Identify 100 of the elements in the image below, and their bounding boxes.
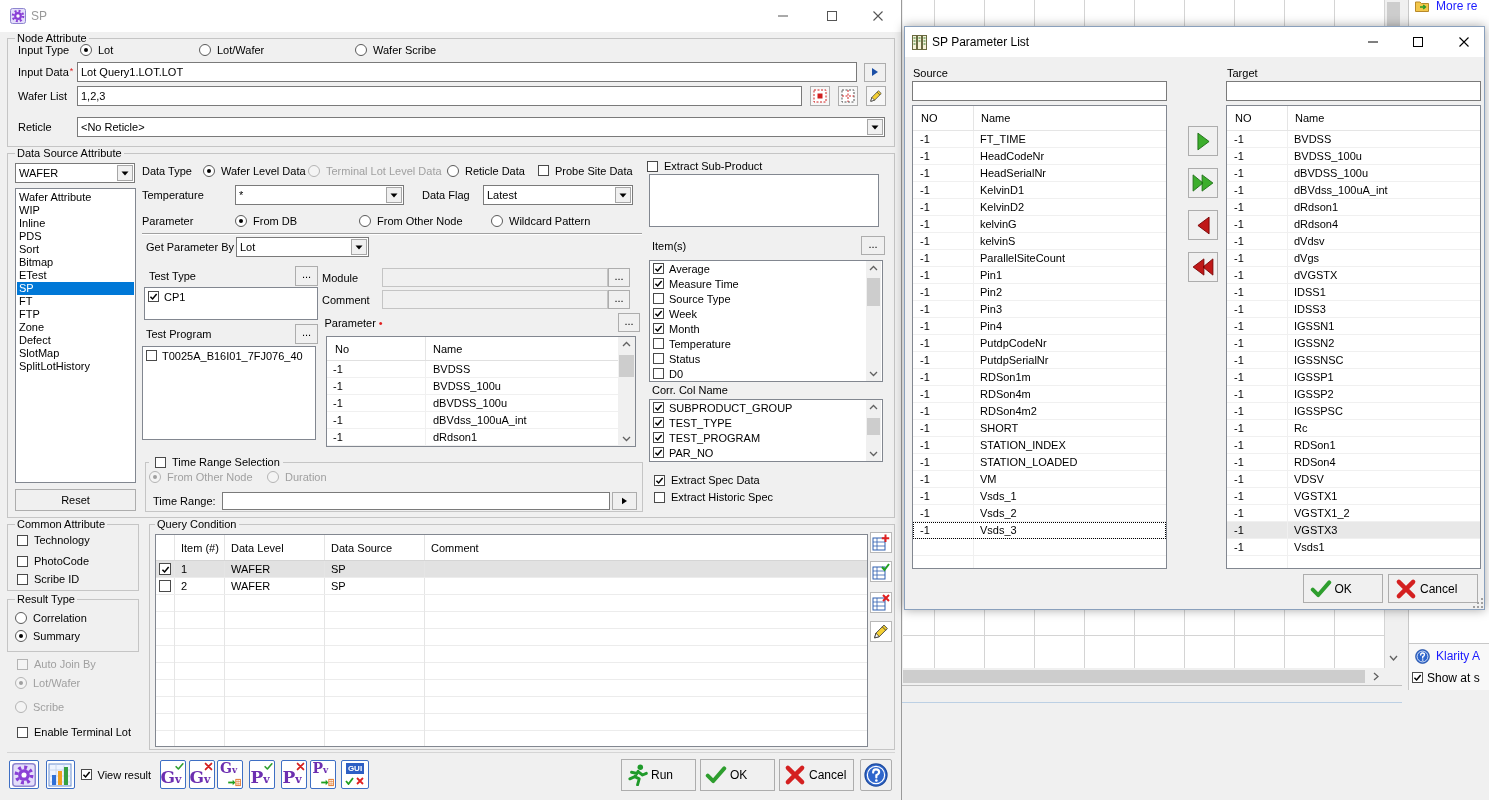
list-item[interactable]: Week — [669, 307, 697, 320]
checkbox[interactable] — [1412, 672, 1423, 683]
input-field[interactable]: Lot Query1.LOT.LOT — [77, 62, 857, 82]
table-row[interactable]: -1 dVGSTX — [1227, 267, 1480, 284]
list-item[interactable]: TEST_PROGRAM — [669, 431, 761, 444]
table-row[interactable]: -1 Vsds_2 — [913, 505, 1166, 522]
checkbox[interactable] — [80, 769, 92, 780]
column-header[interactable]: Name — [426, 337, 618, 360]
table-row[interactable]: -1 PutdpSerialNr — [913, 352, 1166, 369]
table-row[interactable]: -1 Pin4 — [913, 318, 1166, 335]
radio-label[interactable]: Wildcard Pattern — [509, 215, 591, 227]
close-icon[interactable] — [1459, 37, 1469, 47]
browse-button[interactable]: ... — [295, 266, 318, 286]
list-item[interactable]: Bitmap — [17, 255, 134, 269]
resize-grip-icon[interactable] — [1473, 598, 1483, 608]
list-item[interactable]: Temperature — [669, 337, 731, 350]
dropdown[interactable]: Lot — [236, 236, 369, 257]
table-row[interactable]: -1 BVDSS_100u — [1227, 148, 1480, 165]
table-row[interactable]: -1 KelvinD2 — [913, 199, 1166, 216]
list-item[interactable]: Source Type — [669, 292, 731, 305]
checkbox[interactable] — [647, 160, 658, 172]
table-row[interactable]: -1 RDSon1 — [1227, 437, 1480, 454]
checkbox[interactable] — [653, 432, 664, 443]
radio-label[interactable]: Reticle Data — [465, 164, 525, 177]
list-item[interactable]: CP1 — [164, 290, 186, 303]
table-row[interactable]: -1 IGSSP1 — [1227, 369, 1480, 386]
input-field[interactable] — [222, 492, 610, 510]
list-item[interactable]: Sort — [17, 242, 134, 256]
table-row[interactable]: -1 Pin1 — [913, 267, 1166, 284]
remove-all-button[interactable] — [1188, 252, 1218, 282]
column-header[interactable]: Name — [1288, 106, 1480, 130]
table-row[interactable]: -1 IGSSNSC — [1227, 352, 1480, 369]
table-row[interactable]: 1 WAFER SP — [156, 561, 867, 578]
table-row[interactable]: -1 IDSS1 — [1227, 284, 1480, 301]
maximize-icon[interactable] — [1413, 37, 1423, 47]
reset-button[interactable]: Reset — [15, 489, 136, 511]
checkbox[interactable] — [653, 417, 664, 428]
radio-button[interactable] — [15, 612, 27, 624]
table-row[interactable]: -1 STATION_LOADED — [913, 454, 1166, 471]
radio-button[interactable] — [359, 215, 371, 227]
checkbox[interactable] — [654, 491, 665, 503]
table-row[interactable]: -1 HeadCodeNr — [913, 148, 1166, 165]
table-row[interactable]: -1 VGSTX1 — [1227, 488, 1480, 505]
table-row[interactable]: -1 BVDSS — [1227, 131, 1480, 148]
checkbox[interactable] — [17, 534, 28, 546]
checkbox-label[interactable]: Time Range Selection — [172, 456, 280, 469]
checkbox-label[interactable]: Technology — [34, 534, 90, 546]
checkbox-label[interactable]: Scribe ID — [34, 573, 80, 585]
checkbox[interactable] — [17, 573, 28, 585]
table-row[interactable]: -1 Rc — [1227, 420, 1480, 437]
help-button[interactable] — [860, 758, 892, 791]
dropdown[interactable]: Latest — [483, 185, 633, 205]
cancel-button[interactable]: Cancel — [779, 758, 854, 791]
list-item[interactable]: Zone — [17, 320, 134, 334]
table-row[interactable]: -1 kelvinS — [913, 233, 1166, 250]
table-row[interactable]: -1 Pin2 — [913, 284, 1166, 301]
remove-button[interactable] — [1188, 210, 1218, 240]
list-item[interactable]: SP — [17, 281, 134, 295]
tool-button[interactable]: Pv — [280, 760, 307, 789]
checkbox[interactable] — [653, 323, 664, 334]
list-item[interactable]: Defect — [17, 333, 134, 347]
radio-button[interactable] — [199, 44, 211, 56]
table-row[interactable]: -1 VGSTX3 — [1227, 522, 1480, 539]
tool-button[interactable] — [810, 86, 830, 106]
column-header[interactable]: NO — [1227, 106, 1288, 130]
radio-button[interactable] — [80, 44, 92, 56]
checkbox[interactable] — [159, 580, 171, 592]
radio-label[interactable]: Summary — [33, 630, 81, 642]
radio-label[interactable]: Lot — [98, 44, 114, 56]
table-row[interactable]: -1 dRdson1 — [1227, 199, 1480, 216]
checkbox-label[interactable]: Extract Spec Data — [671, 474, 760, 486]
dropdown[interactable]: * — [235, 185, 404, 205]
tool-button[interactable]: Gv — [159, 760, 186, 789]
link[interactable]: More re — [1436, 0, 1478, 13]
table-row[interactable]: -1 FT_TIME — [913, 131, 1166, 148]
table-row[interactable]: -1 RDSon4m — [913, 386, 1166, 403]
checkbox-label[interactable]: Show at s — [1427, 670, 1480, 685]
browse-button[interactable]: ... — [861, 236, 885, 255]
table-row[interactable]: -1 dRdson4 — [1227, 216, 1480, 233]
list-item[interactable]: TEST_TYPE — [669, 416, 732, 429]
column-header[interactable]: Comment — [425, 535, 867, 560]
table-row[interactable]: -1 dVgs — [1227, 250, 1480, 267]
text-area[interactable] — [649, 174, 879, 227]
table-row[interactable]: -1 VDSV — [1227, 471, 1480, 488]
table-row[interactable]: -1 PutdpCodeNr — [913, 335, 1166, 352]
table-row[interactable]: -1 KelvinD1 — [913, 182, 1166, 199]
checkbox-label[interactable]: PhotoCode — [34, 555, 90, 567]
list-item[interactable]: WIP — [17, 203, 134, 217]
checkbox-label[interactable]: View result — [97, 768, 152, 781]
list-item[interactable]: PDS — [17, 229, 134, 243]
tool-button[interactable]: Pv — [248, 760, 275, 789]
checkbox[interactable] — [159, 563, 171, 575]
checkbox[interactable] — [146, 350, 157, 361]
tool-button[interactable] — [870, 561, 892, 582]
link[interactable]: Klarity A — [1436, 649, 1480, 663]
tool-button[interactable] — [870, 592, 892, 613]
list-item[interactable]: Inline — [17, 216, 134, 230]
table-row[interactable]: -1 STATION_INDEX — [913, 437, 1166, 454]
list-item[interactable]: T0025A_B16I01_7FJ076_40 — [162, 349, 303, 362]
run-button[interactable]: Run — [621, 758, 696, 791]
